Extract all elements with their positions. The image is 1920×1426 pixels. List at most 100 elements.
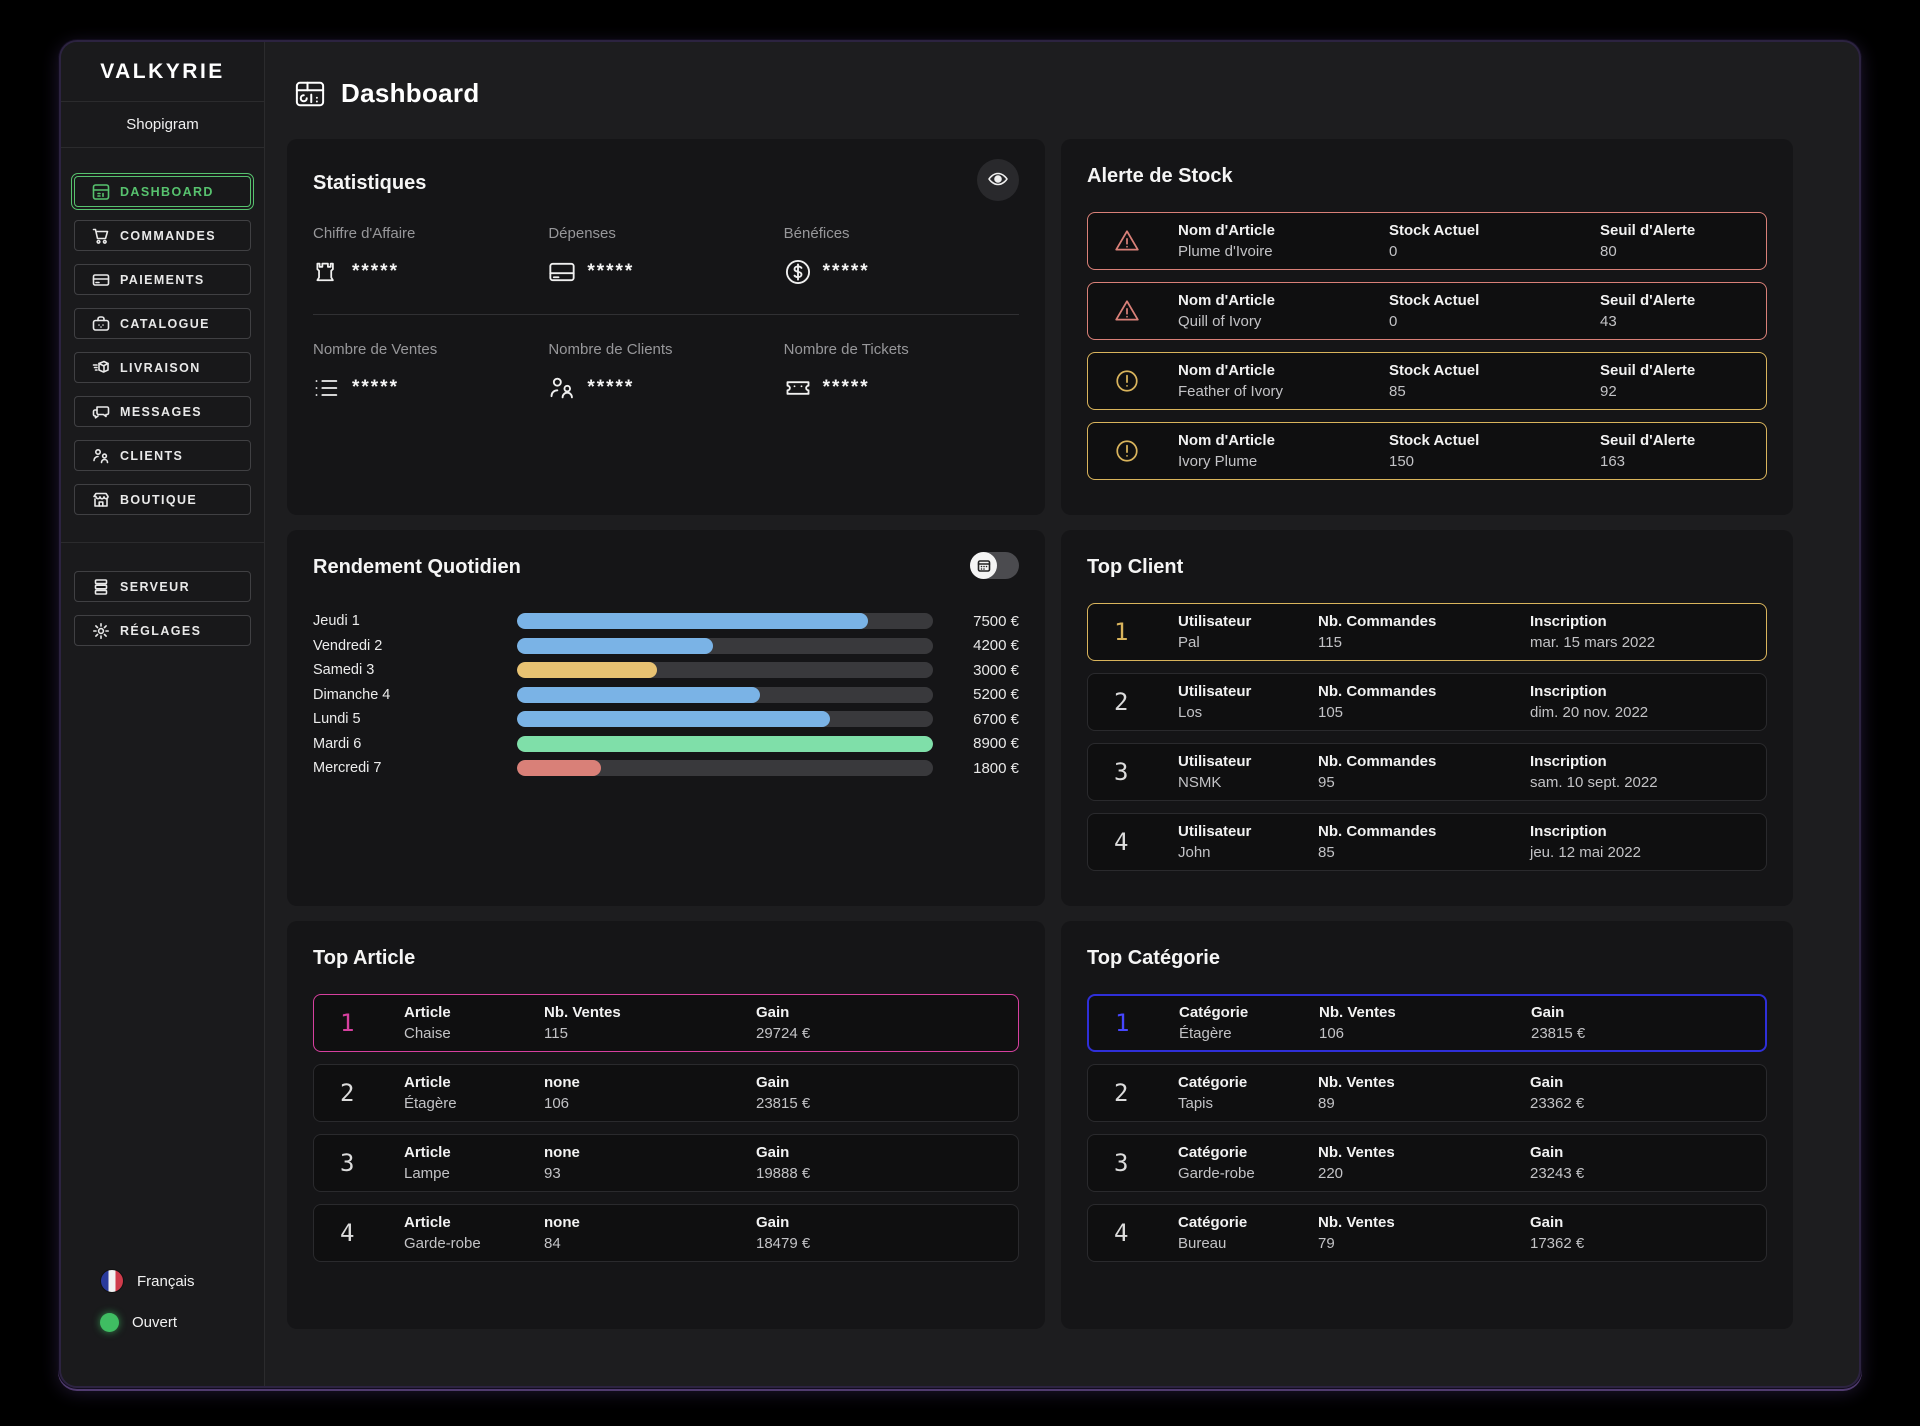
chart-category-label: Mercredi 7 (313, 760, 517, 776)
top-category-row[interactable]: 1 CatégorieÉtagère Nb. Ventes106 Gain238… (1087, 994, 1767, 1052)
sidebar-item-paiements[interactable]: PAIEMENTS (74, 264, 251, 295)
chart-category-label: Mardi 6 (313, 736, 517, 752)
column-label: Nb. Ventes (1319, 1004, 1531, 1021)
column-label: Nb. Ventes (1318, 1214, 1530, 1231)
stock-alert-row[interactable]: Nom d'ArticleFeather of Ivory Stock Actu… (1087, 352, 1767, 410)
stock-alert-row[interactable]: Nom d'ArticlePlume d'Ivoire Stock Actuel… (1087, 212, 1767, 270)
users-icon (92, 447, 110, 465)
sales-count: 93 (544, 1165, 756, 1182)
gain-value: 23815 € (1531, 1025, 1765, 1042)
dashboard-header-icon (295, 79, 325, 109)
top-article-row[interactable]: 1 ArticleChaise Nb. Ventes115 Gain29724 … (313, 994, 1019, 1052)
top-category-row[interactable]: 4 CatégorieBureau Nb. Ventes79 Gain17362… (1087, 1204, 1767, 1262)
language-selector[interactable]: Français (100, 1269, 264, 1293)
stat-hidden-value: ***** (823, 261, 870, 283)
sidebar-footer: Français Ouvert (61, 1269, 264, 1386)
column-label: Stock Actuel (1389, 432, 1600, 449)
orders-count: 105 (1318, 704, 1530, 721)
stock-alert-title: Alerte de Stock (1087, 165, 1233, 188)
column-label: none (544, 1144, 756, 1161)
column-label: Inscription (1530, 753, 1766, 770)
column-label: Inscription (1530, 613, 1766, 630)
stock-alert-row[interactable]: Nom d'ArticleQuill of Ivory Stock Actuel… (1087, 282, 1767, 340)
store-name[interactable]: Shopigram (61, 102, 264, 148)
chart-row: Mercredi 7 1800 € (313, 756, 1019, 781)
chart-value-label: 3000 € (933, 662, 1019, 679)
sidebar-item-dashboard[interactable]: DASHBOARD (74, 176, 251, 207)
rook-icon (313, 258, 341, 286)
sidebar-item-label: CLIENTS (120, 449, 183, 463)
column-label: Utilisateur (1178, 613, 1318, 630)
column-label: Inscription (1530, 683, 1766, 700)
article-name: Ivory Plume (1178, 453, 1389, 470)
rank-number: 4 (340, 1219, 404, 1247)
dashboard-icon (92, 183, 110, 201)
sidebar-item-boutique[interactable]: BOUTIQUE (74, 484, 251, 515)
sidebar-item-label: PAIEMENTS (120, 273, 205, 287)
chart-value-label: 4200 € (933, 637, 1019, 654)
column-label: Utilisateur (1178, 753, 1318, 770)
stat-hidden-value: ***** (352, 261, 399, 283)
signup-date: sam. 10 sept. 2022 (1530, 774, 1766, 791)
sidebar-item-clients[interactable]: CLIENTS (74, 440, 251, 471)
daily-performance-chart: Jeudi 17500 €Vendredi 24200 €Samedi 3300… (313, 609, 1019, 781)
column-label: Gain (1530, 1214, 1766, 1231)
top-client-row[interactable]: 3 UtilisateurNSMK Nb. Commandes95 Inscri… (1087, 743, 1767, 801)
sidebar-item-reglages[interactable]: RÉGLAGES (74, 615, 251, 646)
top-client-row[interactable]: 2 UtilisateurLos Nb. Commandes105 Inscri… (1087, 673, 1767, 731)
sidebar: VALKYRIE Shopigram DASHBOARD COMMANDES P… (61, 42, 265, 1386)
sidebar-item-commandes[interactable]: COMMANDES (74, 220, 251, 251)
chart-value-label: 7500 € (933, 613, 1019, 630)
sidebar-item-catalogue[interactable]: CATALOGUE (74, 308, 251, 339)
column-label: Stock Actuel (1389, 222, 1600, 239)
top-category-row[interactable]: 3 CatégorieGarde-robe Nb. Ventes220 Gain… (1087, 1134, 1767, 1192)
column-label: Stock Actuel (1389, 362, 1600, 379)
article-name: Garde-robe (404, 1235, 544, 1252)
sidebar-item-label: DASHBOARD (120, 185, 214, 199)
column-label: Utilisateur (1178, 823, 1318, 840)
toggle-values-visibility-button[interactable] (977, 159, 1019, 201)
chart-bar-track (517, 662, 933, 678)
dashboard-grid: Statistiques Chiffre d'Affaire ***** (287, 139, 1801, 1329)
sidebar-item-label: LIVRAISON (120, 361, 201, 375)
sidebar-item-livraison[interactable]: LIVRAISON (74, 352, 251, 383)
gain-value: 19888 € (756, 1165, 1018, 1182)
gain-value: 23243 € (1530, 1165, 1766, 1182)
briefcase-icon (92, 315, 110, 333)
server-icon (92, 578, 110, 596)
chart-category-label: Samedi 3 (313, 662, 517, 678)
chart-bar-track (517, 687, 933, 703)
column-label: Gain (756, 1144, 1018, 1161)
top-article-row[interactable]: 2 ArticleÉtagère none106 Gain23815 € (313, 1064, 1019, 1122)
store-status[interactable]: Ouvert (100, 1313, 264, 1332)
top-category-row[interactable]: 2 CatégorieTapis Nb. Ventes89 Gain23362 … (1087, 1064, 1767, 1122)
rank-number: 3 (1114, 758, 1178, 786)
payments-icon (92, 271, 110, 289)
top-category-title: Top Catégorie (1087, 947, 1220, 970)
statistics-title: Statistiques (313, 172, 426, 195)
warning-circle-icon (1114, 438, 1140, 464)
chart-mode-toggle[interactable] (970, 552, 1019, 579)
top-client-row[interactable]: 1 UtilisateurPal Nb. Commandes115 Inscri… (1087, 603, 1767, 661)
chart-bar (517, 613, 868, 629)
stock-value: 85 (1389, 383, 1600, 400)
top-client-row[interactable]: 4 UtilisateurJohn Nb. Commandes85 Inscri… (1087, 813, 1767, 871)
rank-number: 1 (1114, 618, 1178, 646)
stat-nombre-clients: Nombre de Clients ***** (548, 341, 783, 402)
signup-date: dim. 20 nov. 2022 (1530, 704, 1766, 721)
stat-label: Nombre de Tickets (784, 341, 1019, 358)
gear-icon (92, 622, 110, 640)
top-article-title: Top Article (313, 947, 415, 970)
top-article-row[interactable]: 3 ArticleLampe none93 Gain19888 € (313, 1134, 1019, 1192)
stat-hidden-value: ***** (587, 377, 634, 399)
article-name: Lampe (404, 1165, 544, 1182)
stock-value: 0 (1389, 243, 1600, 260)
sales-count: 84 (544, 1235, 756, 1252)
chat-icon (92, 403, 110, 421)
chart-value-label: 1800 € (933, 760, 1019, 777)
top-article-row[interactable]: 4 ArticleGarde-robe none84 Gain18479 € (313, 1204, 1019, 1262)
sidebar-item-serveur[interactable]: SERVEUR (74, 571, 251, 602)
sidebar-item-messages[interactable]: MESSAGES (74, 396, 251, 427)
column-label: Nom d'Article (1178, 292, 1389, 309)
stock-alert-row[interactable]: Nom d'ArticleIvory Plume Stock Actuel150… (1087, 422, 1767, 480)
